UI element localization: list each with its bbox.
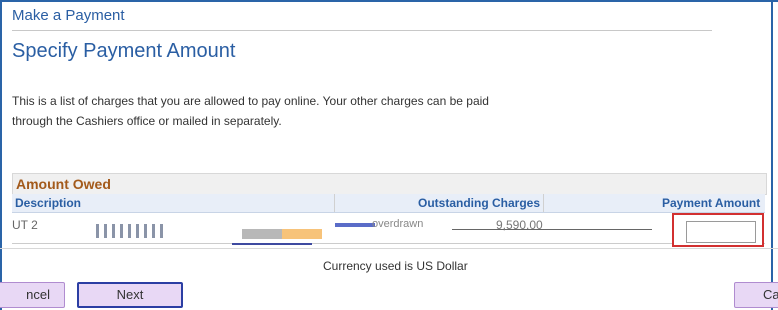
nav-title: Make a Payment bbox=[12, 7, 125, 24]
payment-amount-cell bbox=[672, 213, 764, 247]
row-description: UT 2 bbox=[12, 218, 38, 232]
grid-title: Amount Owed bbox=[16, 176, 111, 192]
cancel-button[interactable]: ncel bbox=[0, 282, 65, 308]
page-title: Specify Payment Amount bbox=[12, 40, 236, 62]
redacted-mark bbox=[335, 223, 375, 227]
redacted-description bbox=[96, 224, 186, 238]
amount-owed-grid-header: Amount Owed bbox=[12, 173, 767, 195]
column-separator bbox=[543, 194, 544, 212]
next-button[interactable]: Next bbox=[77, 282, 183, 308]
intro-line-1: This is a list of charges that you are a… bbox=[12, 94, 489, 108]
row-rule bbox=[452, 229, 652, 230]
window-left-border bbox=[0, 0, 2, 310]
currency-note: Currency used is US Dollar bbox=[323, 259, 468, 273]
intro-line-2: through the Cashiers office or mailed in… bbox=[12, 114, 282, 128]
table-row: UT 2 overdrawn 9,590.00 bbox=[12, 213, 765, 245]
payment-amount-input[interactable] bbox=[686, 221, 756, 243]
row-outstanding-amount: 9,590.00 bbox=[496, 218, 543, 232]
cancel-button-right[interactable]: Can bbox=[734, 282, 778, 308]
row-charge-label: overdrawn bbox=[372, 218, 424, 230]
window-top-border bbox=[0, 0, 778, 2]
window-right-border bbox=[771, 0, 773, 310]
grid-column-headers: Description Outstanding Charges Payment … bbox=[12, 194, 765, 213]
column-header-payment: Payment Amount bbox=[662, 196, 761, 210]
column-separator bbox=[334, 194, 335, 212]
intro-text: This is a list of charges that you are a… bbox=[12, 91, 572, 131]
title-divider bbox=[12, 30, 712, 31]
column-header-outstanding: Outstanding Charges bbox=[418, 196, 541, 210]
column-header-description: Description bbox=[15, 196, 82, 210]
redacted-block-highlight bbox=[282, 229, 322, 239]
footer-divider bbox=[0, 248, 778, 249]
focus-underline bbox=[232, 243, 312, 245]
